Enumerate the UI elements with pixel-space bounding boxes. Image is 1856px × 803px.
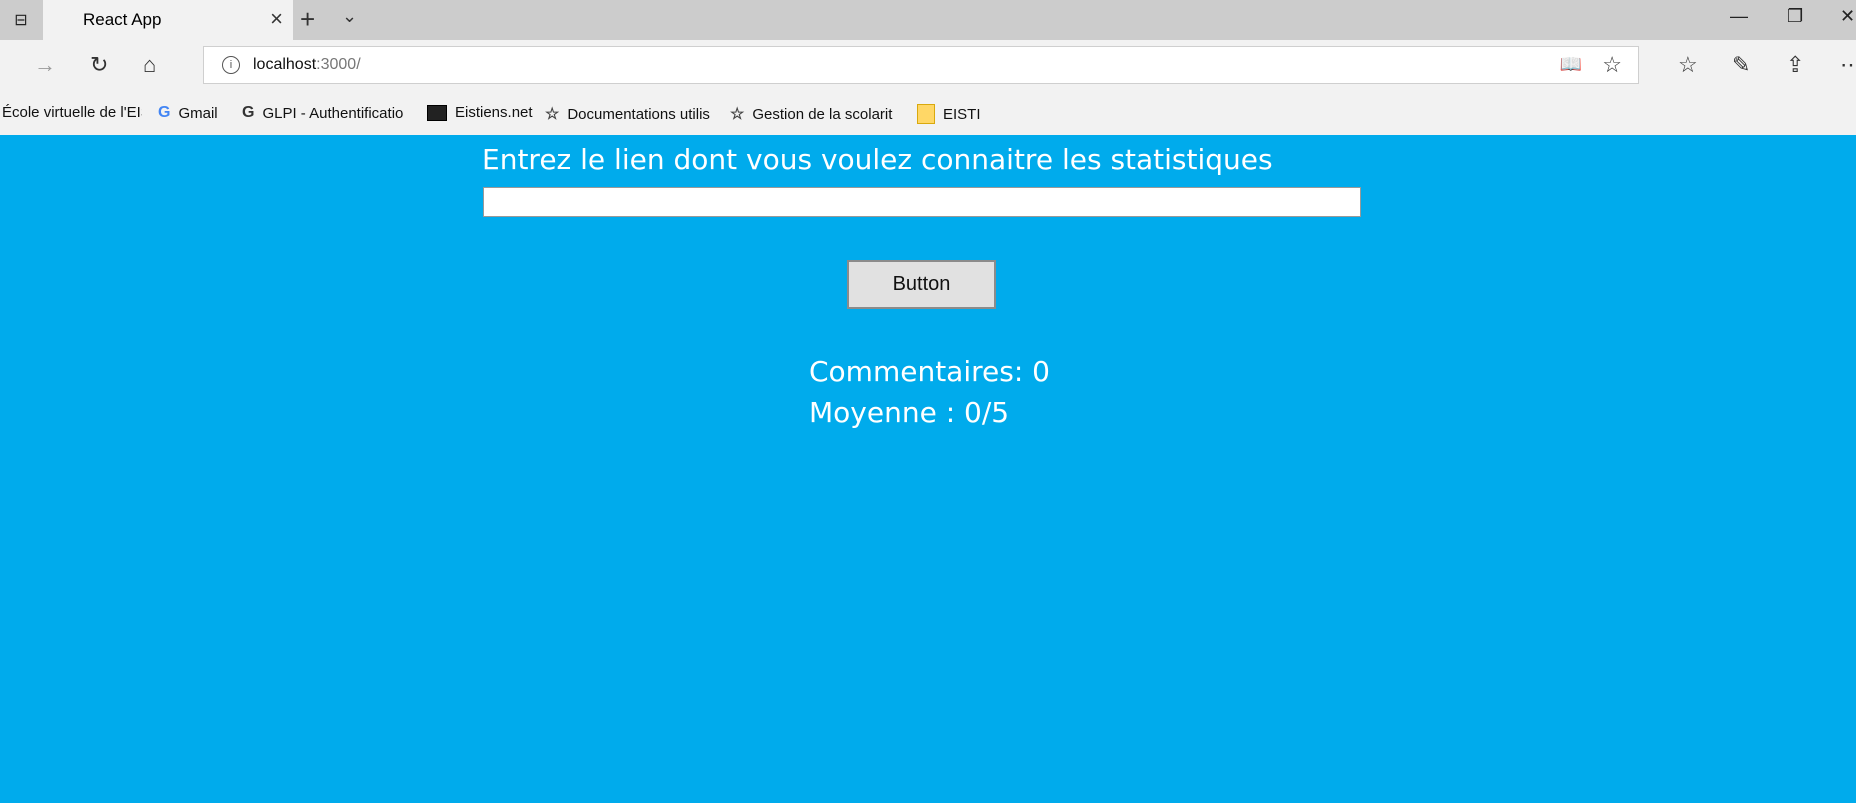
- link-input[interactable]: [483, 187, 1361, 217]
- home-icon[interactable]: ⌂: [143, 52, 156, 78]
- new-tab-icon[interactable]: +: [300, 4, 315, 35]
- url-text: localhost:3000/: [253, 56, 361, 73]
- address-bar[interactable]: i localhost:3000/ 📖 ☆: [203, 46, 1639, 84]
- bookmark-gestion-scolarite[interactable]: ☆ Gestion de la scolarit: [730, 104, 902, 124]
- close-window-icon[interactable]: ✕: [1840, 6, 1855, 27]
- tab-list-chevron-icon[interactable]: ⌄: [342, 6, 357, 27]
- bookmarks-bar: École virtuelle de l'EIS G Gmail G GLPI …: [0, 90, 1856, 135]
- navigation-bar: → ↻ ⌂ i localhost:3000/ 📖 ☆ ☆ ✎ ⇪ ⋯: [0, 40, 1856, 90]
- bookmark-glpi[interactable]: G GLPI - Authentificatio: [242, 104, 412, 122]
- terminal-icon: [427, 104, 447, 121]
- favorites-icon[interactable]: ☆: [1678, 52, 1698, 78]
- share-icon[interactable]: ⇪: [1786, 52, 1804, 78]
- page-content: Entrez le lien dont vous voulez connaitr…: [0, 135, 1856, 803]
- close-tab-icon[interactable]: ×: [270, 6, 283, 32]
- set-tabs-aside-icon[interactable]: ⊟: [0, 0, 42, 40]
- bookmark-gmail[interactable]: G Gmail: [158, 104, 218, 122]
- link-prompt: Entrez le lien dont vous voulez connaitr…: [482, 143, 1273, 176]
- favorite-star-icon[interactable]: ☆: [1602, 52, 1622, 78]
- refresh-icon[interactable]: ↻: [90, 52, 108, 78]
- browser-titlebar: ⊟ React App × + ⌄ — ❐ ✕: [0, 0, 1856, 40]
- average-rating: Moyenne : 0/5: [809, 396, 1010, 429]
- notes-pen-icon[interactable]: ✎: [1732, 52, 1750, 78]
- site-info-icon[interactable]: i: [222, 56, 240, 74]
- star-icon: ☆: [730, 106, 745, 123]
- bookmark-eistiens[interactable]: Eistiens.net: [427, 104, 533, 121]
- reading-view-icon[interactable]: 📖: [1560, 54, 1582, 75]
- tab-title: React App: [83, 10, 162, 29]
- bookmark-ecole-virtuelle[interactable]: École virtuelle de l'EIS: [2, 104, 142, 121]
- star-icon: ☆: [545, 106, 560, 123]
- minimize-icon[interactable]: —: [1730, 6, 1748, 27]
- forward-icon[interactable]: →: [34, 52, 56, 78]
- more-icon[interactable]: ⋯: [1840, 52, 1856, 78]
- bookmark-eisti[interactable]: EISTI: [917, 104, 981, 124]
- folder-icon: [917, 104, 935, 124]
- browser-tab[interactable]: React App ×: [43, 0, 293, 40]
- glpi-icon: G: [242, 104, 255, 121]
- google-g-icon: G: [158, 104, 171, 121]
- submit-button[interactable]: Button: [847, 260, 996, 309]
- restore-icon[interactable]: ❐: [1787, 6, 1803, 27]
- bookmark-documentations[interactable]: ☆ Documentations utilis: [545, 104, 715, 124]
- comments-count: Commentaires: 0: [809, 355, 1050, 388]
